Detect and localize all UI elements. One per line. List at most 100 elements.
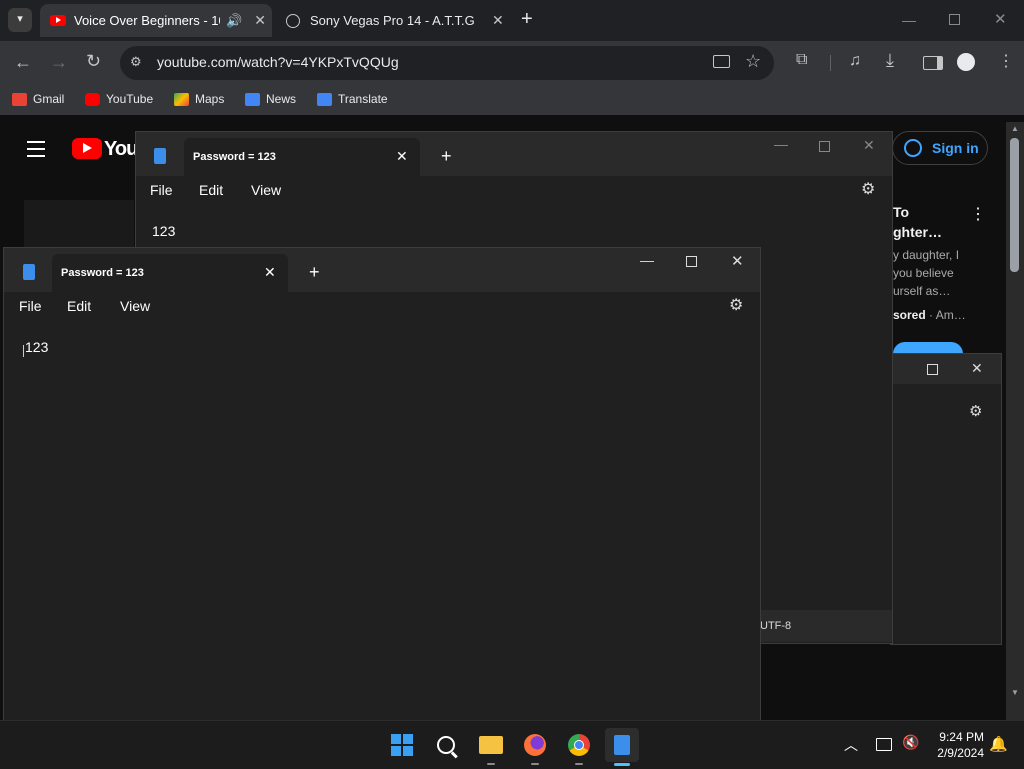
close-window-icon[interactable]: ✕ (994, 10, 1007, 28)
bookmark-maps[interactable]: Maps (174, 92, 224, 106)
maps-icon (174, 92, 189, 106)
menu-view[interactable]: View (251, 182, 281, 198)
tab-sony-vegas[interactable]: Sony Vegas Pro 14 - A.T.T.G ✕ (278, 4, 510, 37)
notepad-tab[interactable]: Password = 123 ✕ (184, 138, 420, 176)
text-editor-area[interactable]: 123 (152, 223, 175, 239)
back-arrow-icon[interactable]: ← (14, 52, 32, 73)
settings-gear-icon[interactable]: ⚙ (729, 295, 743, 315)
url-text[interactable]: youtube.com/watch?v=4YKPxTvQQUg (157, 54, 399, 70)
minimize-icon[interactable]: — (640, 252, 654, 268)
maximize-icon[interactable] (927, 364, 938, 375)
windows-taskbar: ︿ 🔇 9:24 PM 2/9/2024 🔔 (0, 720, 1024, 769)
minimize-icon[interactable]: — (774, 136, 788, 152)
browser-tabstrip: ▾ Voice Over Beginners - 10 S 🔊 ✕ Sony V… (0, 0, 1024, 41)
extensions-icon[interactable]: ⧉ (796, 51, 807, 69)
forward-arrow-icon[interactable]: → (50, 52, 68, 73)
scroll-up-arrow-icon[interactable]: ▲ (1011, 124, 1019, 133)
clock[interactable]: 9:24 PM 2/9/2024 (928, 729, 984, 761)
bookmark-translate[interactable]: Translate (317, 92, 388, 106)
news-icon (245, 92, 260, 106)
notepad-app-icon (23, 264, 35, 280)
notepad-titlebar (891, 354, 1001, 384)
active-indicator (614, 763, 630, 766)
chrome-button[interactable] (562, 728, 596, 762)
close-window-icon[interactable]: ✕ (731, 252, 744, 270)
search-button[interactable] (429, 728, 463, 762)
ad-desc-line: urself as… (893, 284, 951, 298)
close-tab-icon[interactable]: ✕ (254, 12, 266, 29)
bookmark-label: News (266, 92, 297, 106)
notepad-window-front[interactable]: Password = 123 ✕ + — ✕ File Edit View ⚙ … (3, 247, 761, 722)
bookmark-news[interactable]: News (245, 92, 296, 106)
menu-dots-icon[interactable]: ⋮ (998, 51, 1014, 71)
cast-icon[interactable] (713, 55, 730, 68)
speaker-icon[interactable]: 🔊 (226, 13, 242, 29)
side-panel-icon[interactable] (923, 56, 943, 70)
ad-card-title: To ghter… (893, 202, 942, 242)
youtube-icon (85, 92, 100, 106)
new-tab-button[interactable]: + (521, 8, 533, 31)
bookmark-star-icon[interactable]: ☆ (745, 51, 761, 72)
new-tab-button[interactable]: + (441, 146, 452, 167)
maximize-icon[interactable] (819, 141, 830, 152)
menu-view[interactable]: View (120, 298, 150, 314)
firefox-button[interactable] (518, 728, 552, 762)
youtube-logo-icon[interactable] (72, 138, 102, 159)
site-info-icon[interactable]: ⚙ (130, 54, 142, 70)
network-icon[interactable] (876, 738, 892, 751)
hamburger-menu-icon[interactable] (27, 141, 45, 157)
menu-file[interactable]: File (150, 182, 173, 198)
sign-in-button[interactable]: Sign in (892, 131, 988, 165)
close-tab-icon[interactable]: ✕ (396, 148, 408, 165)
menu-edit[interactable]: Edit (67, 298, 91, 314)
folder-icon (479, 736, 503, 754)
close-window-icon[interactable]: ✕ (863, 137, 875, 154)
text-editor-area[interactable]: 123 (25, 339, 48, 355)
settings-gear-icon[interactable]: ⚙ (861, 179, 875, 199)
toolbar-divider (830, 55, 831, 71)
menu-file[interactable]: File (19, 298, 42, 314)
text-cursor-icon (23, 345, 24, 357)
download-icon[interactable]: ⤓ (886, 50, 894, 71)
bookmark-youtube[interactable]: YouTube (85, 92, 153, 106)
encoding-status[interactable]: UTF-8 (760, 620, 791, 632)
scrollbar-thumb[interactable] (1010, 138, 1019, 272)
sign-in-label: Sign in (932, 140, 979, 156)
restore-icon[interactable] (949, 14, 960, 25)
tab-search-button[interactable]: ▾ (8, 8, 32, 32)
more-options-icon[interactable]: ⋮ (970, 204, 986, 224)
tab-voice-over[interactable]: Voice Over Beginners - 10 S 🔊 ✕ (40, 4, 272, 37)
sponsored-label: sored · Am… (893, 308, 966, 322)
minimize-icon[interactable]: — (902, 12, 916, 28)
ad-title-line: To (893, 204, 910, 220)
notepad-taskbar-button[interactable] (605, 728, 639, 762)
close-tab-icon[interactable]: ✕ (492, 12, 504, 29)
menu-edit[interactable]: Edit (199, 182, 223, 198)
profile-avatar-icon[interactable] (957, 53, 975, 71)
new-tab-button[interactable]: + (309, 262, 320, 283)
tab-title: Sony Vegas Pro 14 - A.T.T.G (310, 13, 475, 28)
maximize-icon[interactable] (686, 256, 697, 267)
windows-logo-icon (391, 734, 413, 756)
start-button[interactable] (385, 728, 419, 762)
globe-icon (286, 13, 300, 28)
page-scrollbar[interactable]: ▲ ▼ (1006, 122, 1024, 720)
notepad-icon (614, 735, 630, 755)
show-hidden-icons-icon[interactable]: ︿ (844, 735, 858, 755)
media-control-icon[interactable]: ♫ (849, 52, 861, 70)
settings-gear-icon[interactable]: ⚙ (969, 402, 982, 420)
firefox-icon (524, 734, 546, 756)
close-tab-icon[interactable]: ✕ (264, 264, 276, 281)
notepad-window-third[interactable]: ✕ ⚙ (890, 353, 1002, 645)
file-explorer-button[interactable] (474, 728, 508, 762)
volume-muted-icon[interactable]: 🔇 (902, 734, 919, 751)
reload-icon[interactable]: ↻ (86, 51, 101, 72)
notepad-tab[interactable]: Password = 123 ✕ (52, 254, 288, 292)
notification-bell-icon[interactable]: 🔔 (989, 735, 1008, 753)
clock-time: 9:24 PM (939, 730, 984, 744)
scroll-down-arrow-icon[interactable]: ▼ (1011, 688, 1019, 697)
bookmark-label: YouTube (106, 92, 154, 106)
close-window-icon[interactable]: ✕ (971, 360, 983, 377)
address-bar[interactable]: ⚙ youtube.com/watch?v=4YKPxTvQQUg ☆ (120, 46, 774, 80)
bookmark-gmail[interactable]: Gmail (12, 92, 64, 106)
